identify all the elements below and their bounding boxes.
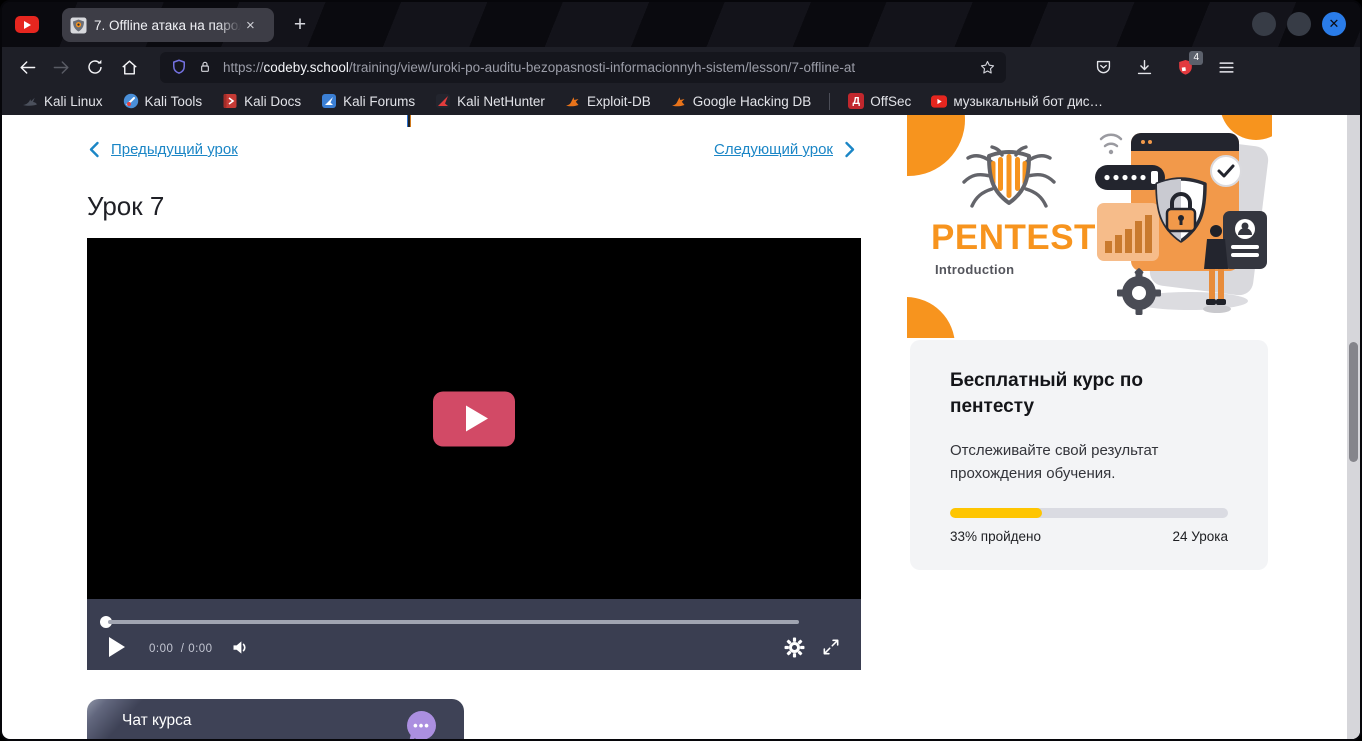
kali-tools-icon [123, 93, 139, 109]
course-chat-panel[interactable]: Чат курса ••• [87, 699, 464, 741]
adblocker-shield-icon[interactable]: 4 [1176, 58, 1195, 77]
bookmark-offsec[interactable]: Д OffSec [840, 91, 919, 111]
url-bar[interactable]: https://codeby.school/training/view/urok… [160, 52, 1006, 83]
prev-lesson-label[interactable]: Предыдущий урок [111, 141, 238, 158]
new-tab-button[interactable]: + [286, 11, 314, 39]
bookmark-kali-nethunter[interactable]: Kali NetHunter [427, 91, 553, 111]
chevron-left-icon [87, 141, 102, 158]
course-progress-bar [950, 508, 1228, 518]
navigation-toolbar: https://codeby.school/training/view/urok… [2, 47, 1360, 87]
lock-icon[interactable] [197, 59, 213, 75]
reload-button[interactable] [78, 52, 112, 82]
bookmark-star-icon[interactable] [979, 59, 996, 76]
lesson-heading: Урок 7 [87, 191, 164, 222]
tracking-protection-shield-icon[interactable] [170, 58, 188, 76]
exploit-db-bird-icon [565, 93, 581, 109]
volume-icon[interactable] [230, 637, 251, 663]
pocket-save-icon[interactable] [1094, 58, 1113, 77]
home-button[interactable] [112, 52, 146, 82]
maximize-button[interactable] [1287, 12, 1311, 36]
cutoff-text-artifact [407, 115, 411, 127]
bookmark-kali-tools[interactable]: Kali Tools [115, 91, 211, 111]
forward-button[interactable] [44, 52, 78, 82]
page-content: Предыдущий урок Следующий урок Урок 7 0:… [2, 115, 1360, 741]
tab-title: 7. Offline атака на пароли [94, 18, 244, 33]
tab-close-icon[interactable]: × [246, 18, 255, 33]
bookmarks-bar: Kali Linux Kali Tools Kali Docs Kali For… [2, 87, 1360, 115]
progress-percent-label: 33% пройдено [950, 529, 1041, 544]
adblocker-badge: 4 [1189, 51, 1203, 65]
pentest-spider-logo-icon [959, 145, 1059, 217]
close-button[interactable]: ✕ [1322, 12, 1346, 36]
youtube-play-icon [24, 21, 31, 29]
url-text: https://codeby.school/training/view/urok… [223, 60, 979, 75]
bookmark-kali-linux[interactable]: Kali Linux [14, 91, 111, 111]
prev-lesson-link[interactable]: Предыдущий урок [87, 141, 238, 158]
orange-circle-decoration [907, 115, 965, 176]
bookmarks-separator [829, 93, 830, 110]
card-title: Бесплатный курс по пентесту [950, 368, 1190, 419]
chevron-right-icon [842, 141, 857, 158]
video-time-display: 0:00 / 0:00 [149, 643, 213, 655]
chat-bubble-icon[interactable]: ••• [407, 711, 436, 740]
video-controls-play-icon[interactable] [109, 637, 125, 657]
browser-window: 7. Offline атака на пароли × + ✕ [0, 0, 1362, 741]
bookmark-kali-forums[interactable]: Kali Forums [313, 91, 423, 111]
video-play-button[interactable] [433, 391, 515, 446]
card-description: Отслеживайте свой результат прохождения … [950, 440, 1190, 485]
video-screen[interactable] [87, 238, 861, 599]
minimize-button[interactable] [1252, 12, 1276, 36]
page-scrollbar[interactable] [1347, 115, 1360, 741]
kali-docs-icon [222, 93, 238, 109]
fullscreen-icon[interactable] [821, 637, 841, 662]
kali-forums-icon [321, 93, 337, 109]
back-button[interactable] [10, 52, 44, 82]
titlebar: 7. Offline атака на пароли × + ✕ [2, 2, 1360, 47]
lessons-count-label: 24 Урока [1173, 529, 1228, 544]
google-hacking-db-bird-icon [671, 93, 687, 109]
video-player: 0:00 / 0:00 [87, 238, 861, 670]
menu-hamburger-icon[interactable] [1217, 58, 1236, 77]
next-lesson-label[interactable]: Следующий урок [714, 141, 833, 158]
orange-circle-decoration [907, 297, 955, 338]
course-progress-fill [950, 508, 1042, 518]
kali-linux-icon [22, 93, 38, 109]
kali-nethunter-icon [435, 93, 451, 109]
course-banner: PENTEST Introduction [907, 115, 1272, 338]
bookmark-music-bot[interactable]: музыкальный бот дис… [923, 91, 1111, 111]
course-progress-card: Бесплатный курс по пентесту Отслеживайте… [910, 340, 1268, 570]
toolbar-right-icons: 4 [1094, 58, 1236, 77]
active-tab[interactable]: 7. Offline атака на пароли × [62, 8, 274, 42]
youtube-pinned-tab[interactable] [15, 16, 39, 33]
play-triangle-icon [466, 406, 488, 432]
video-controls: 0:00 / 0:00 [87, 599, 861, 670]
settings-gear-icon[interactable] [784, 637, 805, 663]
bookmark-google-hacking-db[interactable]: Google Hacking DB [663, 91, 820, 111]
codeby-favicon-icon [70, 17, 87, 34]
bookmark-kali-docs[interactable]: Kali Docs [214, 91, 309, 111]
scrollbar-thumb[interactable] [1349, 342, 1358, 462]
video-seek-bar[interactable] [108, 620, 799, 624]
bookmark-exploit-db[interactable]: Exploit-DB [557, 91, 659, 111]
downloads-icon[interactable] [1135, 58, 1154, 77]
youtube-icon [931, 93, 947, 109]
next-lesson-link[interactable]: Следующий урок [714, 141, 857, 158]
pentest-subtitle: Introduction [935, 262, 1014, 277]
pentest-brand-text: PENTEST [931, 218, 1096, 258]
window-controls: ✕ [1252, 12, 1346, 36]
offsec-icon: Д [848, 93, 864, 109]
pentest-illustration [1095, 119, 1272, 329]
chat-title: Чат курса [122, 712, 192, 730]
